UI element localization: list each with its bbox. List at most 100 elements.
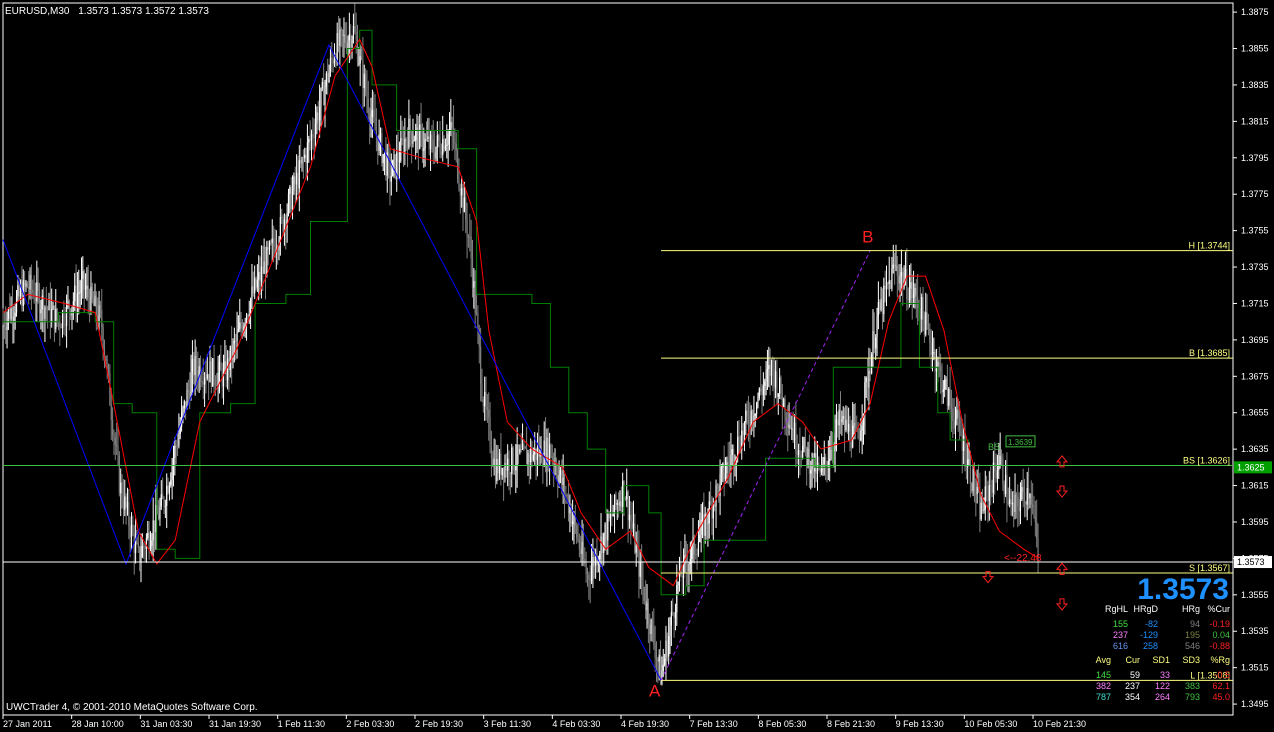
candle-body — [931, 352, 934, 355]
candle-body — [440, 151, 442, 155]
candle-body — [929, 328, 931, 343]
candle-body — [501, 467, 503, 476]
candle-body — [113, 434, 115, 438]
candle-body — [393, 154, 395, 161]
candle-body — [465, 197, 467, 220]
candle-body — [469, 236, 471, 238]
candle-body — [408, 118, 410, 149]
candle-body — [879, 302, 881, 311]
candle-body — [645, 600, 647, 611]
candle-body — [762, 385, 764, 395]
candle-body — [577, 537, 579, 540]
candle-body — [950, 403, 953, 409]
candle-body — [461, 188, 463, 196]
candle-body — [444, 145, 447, 150]
candle-body — [926, 312, 928, 325]
candle-body — [509, 473, 511, 475]
candle-body — [756, 402, 758, 414]
candle-body — [563, 477, 566, 495]
candle-body — [994, 462, 996, 472]
candle-body — [908, 288, 911, 300]
candle-body — [317, 112, 319, 121]
candle-body — [894, 264, 896, 267]
candle-body — [543, 440, 545, 466]
candle-body — [687, 564, 689, 572]
candle-body — [316, 112, 318, 124]
candle-body — [306, 142, 309, 164]
candle-body — [853, 422, 855, 426]
candle-body — [517, 444, 520, 453]
candle-body — [869, 370, 871, 374]
candle-body — [400, 138, 402, 161]
candle-body — [783, 398, 785, 407]
candle-body — [524, 447, 526, 449]
candle-body — [160, 494, 162, 507]
candle-body — [780, 377, 782, 396]
candle-body — [190, 372, 192, 399]
candle-body — [348, 34, 350, 41]
chart-canvas[interactable]: H [1.3744] B [1.3685] BS [1.3626] S [1.3567… — [0, 0, 1274, 732]
candle-body — [914, 287, 916, 295]
candle-body — [153, 520, 156, 533]
candle-body — [324, 86, 326, 105]
candle-body — [788, 424, 790, 428]
candle-body — [30, 274, 33, 290]
candle-body — [293, 176, 295, 191]
plot-border — [2, 2, 1234, 716]
stats-cell: 45.0 — [1212, 692, 1230, 702]
candle-body — [727, 462, 729, 464]
candle-body — [310, 133, 313, 141]
candle-body — [162, 494, 164, 500]
candle-body — [1033, 506, 1035, 517]
x-tick-label: 4 Feb 19:30 — [621, 719, 669, 729]
candle-body — [340, 29, 342, 31]
candle-body — [354, 25, 356, 33]
candle-body — [240, 322, 242, 328]
candle-body — [29, 274, 31, 290]
stats-cell: -0.19 — [1209, 619, 1230, 629]
candle-body — [835, 419, 838, 434]
candle-body — [371, 109, 373, 118]
candle-body — [521, 443, 524, 450]
stats-cell: -129 — [1140, 630, 1158, 640]
candle-body — [925, 312, 927, 335]
distance-annotation: <--22.48 — [1004, 553, 1042, 564]
candle-body — [493, 459, 495, 466]
candle-body — [986, 486, 988, 488]
candle-body — [569, 507, 571, 514]
candle-body — [139, 547, 141, 563]
candle-body — [919, 308, 921, 320]
candle-body — [117, 445, 119, 457]
candle-body — [88, 297, 91, 312]
candle-body — [220, 361, 222, 371]
candle-body — [337, 33, 340, 46]
candle-body — [650, 619, 652, 635]
candle-body — [808, 448, 810, 474]
candle-body — [64, 324, 66, 326]
candle-body — [669, 625, 671, 636]
candle-body — [438, 135, 440, 141]
candle-body — [168, 485, 171, 493]
candle-body — [764, 381, 766, 386]
candle-body — [586, 573, 589, 576]
candle-body — [639, 562, 641, 577]
candle-body — [423, 148, 425, 151]
candle-body — [1034, 516, 1036, 522]
candle-body — [255, 278, 257, 288]
candle-body — [36, 282, 38, 302]
candle-body — [653, 626, 655, 644]
stats-cell: 145 — [1096, 670, 1111, 680]
y-tick-label: 1.3835 — [1241, 80, 1269, 90]
candle-body — [486, 406, 488, 410]
stats-header: HRg — [1182, 604, 1200, 614]
candle-body — [830, 450, 832, 460]
candle-body — [584, 558, 586, 565]
candle-body — [581, 541, 583, 554]
stats-header: Avg — [1096, 655, 1111, 665]
candle-body — [15, 296, 18, 313]
candle-body — [259, 272, 261, 282]
candle-body — [647, 602, 649, 625]
candle-body — [585, 564, 587, 574]
candle-body — [695, 554, 697, 556]
candle-body — [397, 152, 399, 162]
